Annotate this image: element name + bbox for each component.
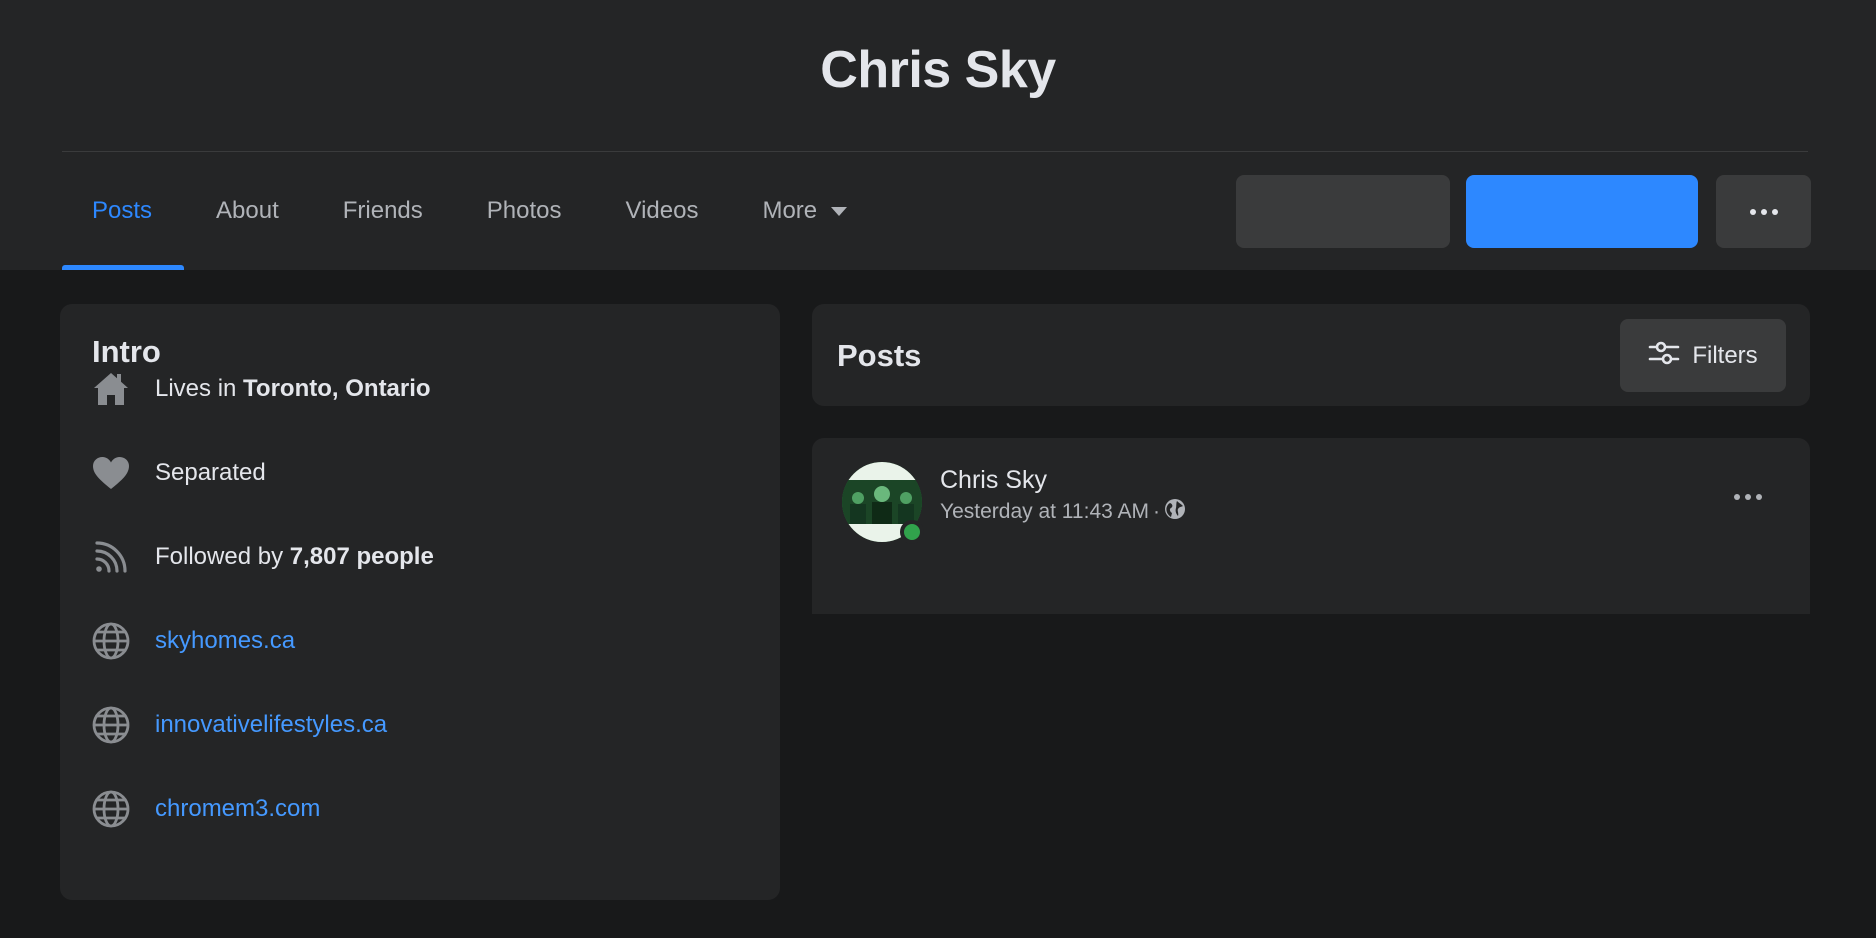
intro-lives-prefix: Lives in [155,375,237,402]
intro-followed-prefix: Followed by [155,543,284,570]
globe-icon [1164,498,1186,526]
tab-posts[interactable]: Posts [62,152,185,270]
posts-header-card: Posts Filters [812,304,1810,406]
profile-tabs: Posts About Friends Photos Videos More [62,152,879,270]
meta-separator: · [1152,500,1160,523]
intro-row-lives: Lives in Toronto, Ontario [90,367,431,411]
post-timestamp[interactable]: Yesterday at 11:43 AM [940,500,1149,524]
intro-relationship: Separated [155,459,266,486]
website-link[interactable]: chromem3.com [155,795,320,823]
tab-more-label: More [762,197,818,224]
post-meta: Yesterday at 11:43 AM · [940,498,1186,526]
website-link[interactable]: skyhomes.ca [155,627,295,655]
posts-title: Posts [837,338,922,373]
more-horizontal-icon [1749,208,1778,215]
caret-down-icon [831,206,848,216]
intro-row-link-3: chromem3.com [90,787,320,831]
filters-icon [1648,340,1680,371]
intro-lives-text: Lives in Toronto, Ontario [155,375,431,403]
tab-videos[interactable]: Videos [594,152,731,270]
intro-row-followers: Followed by 7,807 people [90,535,434,579]
intro-row-relationship: Separated [90,451,266,495]
intro-lives-place[interactable]: Toronto, Ontario [243,375,431,402]
post-options-button[interactable] [1734,494,1762,500]
rss-icon [90,536,132,578]
post-card: Chris Sky Yesterday at 11:43 AM · [812,438,1810,614]
online-status-indicator [900,520,924,544]
globe-icon [90,704,132,746]
tab-about[interactable]: About [184,152,311,270]
home-icon [90,368,132,410]
profile-header: Chris Sky Posts About Friends Photos Vid… [0,0,1876,270]
intro-row-link-1: skyhomes.ca [90,619,295,663]
tab-photos[interactable]: Photos [455,152,594,270]
tab-friends-label: Friends [342,197,423,224]
tab-posts-label: Posts [92,197,153,224]
intro-row-link-2: innovativelifestyles.ca [90,703,387,747]
tab-photos-label: Photos [486,197,562,224]
profile-name: Chris Sky [820,41,1056,99]
post-author[interactable]: Chris Sky [940,466,1047,495]
globe-icon [90,620,132,662]
tab-friends[interactable]: Friends [311,152,455,270]
tab-more[interactable]: More [730,152,879,270]
intro-title: Intro [92,334,161,369]
intro-followed-count[interactable]: 7,807 people [290,543,434,570]
more-horizontal-icon [1734,494,1762,500]
tab-about-label: About [216,197,279,224]
heart-icon [90,452,132,494]
intro-followers-text: Followed by 7,807 people [155,543,434,571]
filters-label: Filters [1692,341,1758,369]
tab-videos-label: Videos [625,197,699,224]
secondary-action-button[interactable] [1236,175,1450,248]
filters-button[interactable]: Filters [1620,319,1786,392]
globe-icon [90,788,132,830]
header-more-button[interactable] [1716,175,1811,248]
primary-action-button[interactable] [1466,175,1698,248]
website-link[interactable]: innovativelifestyles.ca [155,711,387,739]
intro-card: Intro Lives in Toronto, Ontario Separate… [60,304,780,900]
